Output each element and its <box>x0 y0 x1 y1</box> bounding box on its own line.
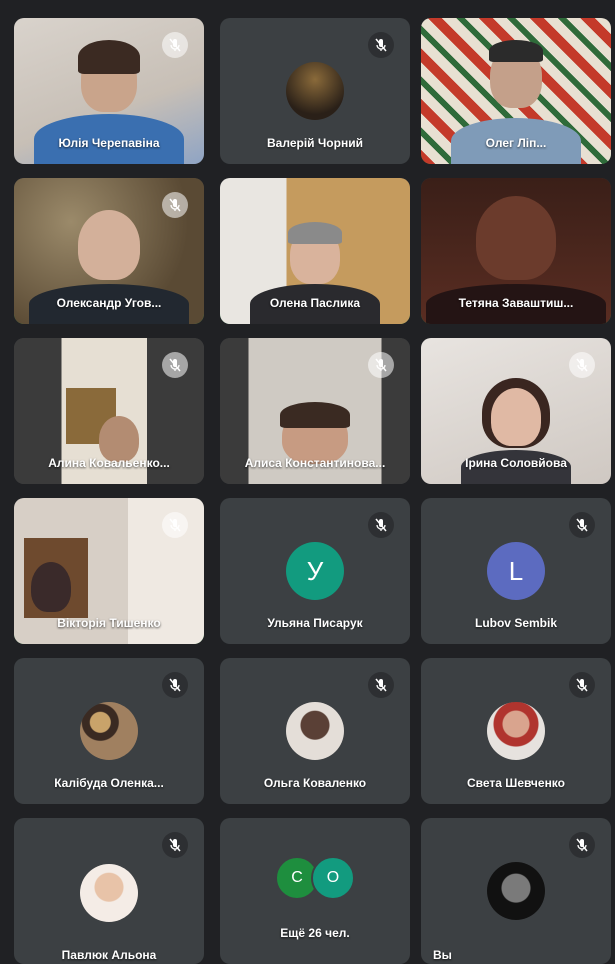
participant-name: Павлюк Альона <box>61 948 157 962</box>
mic-off-icon <box>162 352 188 378</box>
participant-name: Lubov Sembik <box>474 616 557 630</box>
participant-tile[interactable]: L Lubov Sembik <box>421 498 611 644</box>
mic-off-icon <box>368 352 394 378</box>
mic-off-icon <box>162 32 188 58</box>
participant-name: Валерій Чорний <box>267 136 363 150</box>
participant-tile[interactable]: Олег Ліп... <box>421 18 611 164</box>
avatar: У <box>286 542 344 600</box>
participant-name: Вікторія Тишенко <box>57 616 161 630</box>
mic-off-icon <box>162 512 188 538</box>
participant-tile[interactable]: Валерій Чорний <box>220 18 410 164</box>
participant-name: Юлія Черепавіна <box>58 136 160 150</box>
avatar: O <box>311 856 355 900</box>
participant-name: Ольга Коваленко <box>263 776 367 790</box>
participant-name: Олег Ліп... <box>485 136 547 150</box>
mic-off-icon <box>569 832 595 858</box>
mic-off-icon <box>162 832 188 858</box>
mic-off-icon <box>368 512 394 538</box>
participant-name: Алиса Константинова... <box>244 456 386 470</box>
avatar <box>286 62 344 120</box>
others-tile[interactable]: C O Ещё 26 чел. <box>220 818 410 964</box>
avatar <box>487 862 545 920</box>
participant-tile[interactable]: Ольга Коваленко <box>220 658 410 804</box>
mic-off-icon <box>368 32 394 58</box>
participant-name: Калібуда Оленка... <box>54 776 164 790</box>
mic-off-icon <box>162 672 188 698</box>
participant-tile[interactable]: Павлюк Альона <box>14 818 204 964</box>
participant-name: Ульяна Писарук <box>267 616 363 630</box>
mic-off-icon <box>569 352 595 378</box>
participant-name: Вы <box>433 948 452 962</box>
participant-tile[interactable]: У Ульяна Писарук <box>220 498 410 644</box>
mic-off-icon <box>162 192 188 218</box>
avatar <box>487 702 545 760</box>
avatar: L <box>487 542 545 600</box>
participant-name: Света Шевченко <box>466 776 565 790</box>
participant-name: Олександр Угов... <box>56 296 162 310</box>
others-avatars: C O <box>275 856 355 900</box>
participant-tile[interactable]: Тетяна Заваштиш... <box>421 178 611 324</box>
participant-name: Ірина Соловйова <box>465 456 567 470</box>
participant-name: Алина Ковальенко... <box>48 456 170 470</box>
participant-tile[interactable]: Юлія Черепавіна <box>14 18 204 164</box>
avatar <box>80 702 138 760</box>
participant-tile[interactable]: Вікторія Тишенко <box>14 498 204 644</box>
others-count: Ещё 26 чел. <box>280 926 350 940</box>
avatar <box>286 702 344 760</box>
mic-off-icon <box>569 512 595 538</box>
participant-tile[interactable]: Ірина Соловйова <box>421 338 611 484</box>
participant-tile[interactable]: Олександр Угов... <box>14 178 204 324</box>
participant-tile[interactable]: Света Шевченко <box>421 658 611 804</box>
mic-off-icon <box>569 672 595 698</box>
participant-name: Олена Паслика <box>269 296 361 310</box>
participant-tile[interactable]: Алина Ковальенко... <box>14 338 204 484</box>
self-tile[interactable]: Вы <box>421 818 611 964</box>
participant-tile[interactable]: Алиса Константинова... <box>220 338 410 484</box>
mic-off-icon <box>368 672 394 698</box>
participant-name: Тетяна Заваштиш... <box>458 296 574 310</box>
participant-tile[interactable]: Олена Паслика <box>220 178 410 324</box>
avatar <box>80 864 138 922</box>
participant-tile[interactable]: Калібуда Оленка... <box>14 658 204 804</box>
